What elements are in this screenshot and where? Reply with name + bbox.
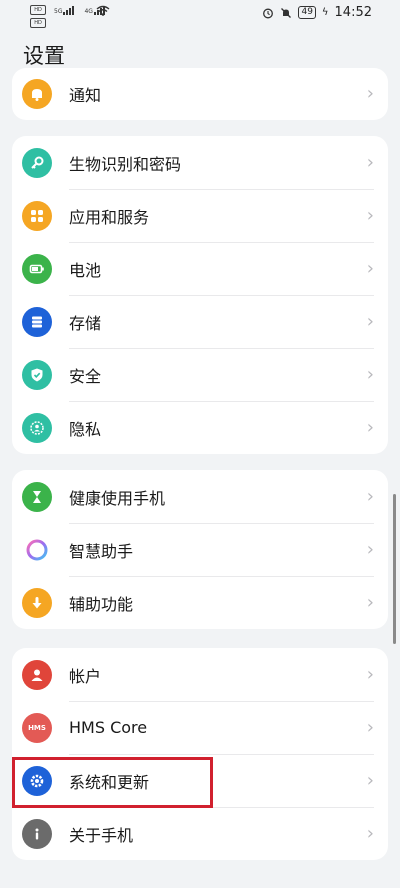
settings-item-label: 隐私 <box>69 419 102 439</box>
settings-item-label: 应用和服务 <box>69 207 150 227</box>
settings-item-battery[interactable]: 电池 › <box>12 242 388 295</box>
settings-item-label: 智慧助手 <box>69 541 134 561</box>
hand-pointer-icon <box>22 587 52 618</box>
chevron-right-icon: › <box>366 539 374 560</box>
account-icon <box>22 659 52 690</box>
chevron-right-icon: › <box>366 664 374 685</box>
charging-icon: ϟ <box>321 7 329 18</box>
chevron-right-icon: › <box>366 311 374 332</box>
settings-item-biometrics[interactable]: 生物识别和密码 › <box>12 136 388 189</box>
battery-icon <box>22 253 52 284</box>
settings-item-notifications[interactable]: 通知 › <box>12 68 388 120</box>
chevron-right-icon: › <box>366 83 374 104</box>
settings-group-assist: 健康使用手机 › 智慧助手 › 辅助功能 › <box>12 470 388 629</box>
info-icon <box>22 818 52 849</box>
settings-group-security: 生物识别和密码 › 应用和服务 › 电池 › 存储 › 安全 › 隐私 › <box>12 136 388 454</box>
settings-item-apps[interactable]: 应用和服务 › <box>12 189 388 242</box>
shield-icon <box>22 359 52 390</box>
settings-item-security[interactable]: 安全 › <box>12 348 388 401</box>
settings-item-privacy[interactable]: 隐私 › <box>12 401 388 454</box>
chevron-right-icon: › <box>366 417 374 438</box>
settings-item-digital-balance[interactable]: 健康使用手机 › <box>12 470 388 523</box>
settings-item-storage[interactable]: 存储 › <box>12 295 388 348</box>
battery-indicator: 49 <box>298 6 316 19</box>
chevron-right-icon: › <box>366 717 374 738</box>
settings-item-label: 安全 <box>69 366 102 386</box>
sim-indicators: HD HD <box>30 5 46 31</box>
signal-strength-icon: 5G <box>54 6 75 15</box>
settings-item-label: 电池 <box>69 260 102 280</box>
storage-icon <box>22 306 52 337</box>
settings-item-account[interactable]: 帐户 › <box>12 648 388 701</box>
hourglass-icon <box>22 481 52 512</box>
chevron-right-icon: › <box>366 152 374 173</box>
highlight-box <box>12 757 213 808</box>
clock: 14:52 <box>334 5 372 20</box>
chevron-right-icon: › <box>366 770 374 791</box>
settings-item-hms-core[interactable]: HMS HMS Core › <box>12 701 388 754</box>
settings-item-label: HMS Core <box>69 718 148 737</box>
sim-card-icon: HD <box>30 5 46 15</box>
chevron-right-icon: › <box>366 823 374 844</box>
apps-grid-icon <box>22 200 52 231</box>
page-title: 设置 <box>23 44 65 68</box>
chevron-right-icon: › <box>366 592 374 613</box>
sim-card-icon: HD <box>30 18 46 28</box>
wifi-icon <box>96 5 110 16</box>
mute-bell-icon <box>281 7 292 18</box>
settings-item-label: 健康使用手机 <box>69 488 166 508</box>
alarm-icon <box>263 8 274 18</box>
hms-icon: HMS <box>22 712 52 743</box>
status-bar: HD HD 5G 4G 49 ϟ 14:52 <box>0 0 400 30</box>
privacy-icon <box>22 412 52 443</box>
chevron-right-icon: › <box>366 205 374 226</box>
chevron-right-icon: › <box>366 364 374 385</box>
scrollbar[interactable] <box>393 494 396 644</box>
settings-item-label: 关于手机 <box>69 825 134 845</box>
bell-icon <box>22 78 52 109</box>
settings-group-system: 帐户 › HMS HMS Core › 系统和更新 › 关于手机 › <box>12 648 388 860</box>
settings-item-accessibility[interactable]: 辅助功能 › <box>12 576 388 629</box>
settings-item-label: 帐户 <box>69 666 102 686</box>
settings-item-about-phone[interactable]: 关于手机 › <box>12 807 388 860</box>
assistant-orb-icon <box>22 535 52 565</box>
settings-item-label: 通知 <box>69 85 102 105</box>
settings-item-label: 生物识别和密码 <box>69 154 182 174</box>
settings-group-notifications: 通知 › <box>12 68 388 120</box>
chevron-right-icon: › <box>366 258 374 279</box>
settings-item-label: 存储 <box>69 313 102 333</box>
settings-item-label: 辅助功能 <box>69 594 134 614</box>
chevron-right-icon: › <box>366 486 374 507</box>
key-icon <box>22 147 52 178</box>
status-right: 49 ϟ 14:52 <box>262 5 372 20</box>
settings-item-assistant[interactable]: 智慧助手 › <box>12 523 388 576</box>
